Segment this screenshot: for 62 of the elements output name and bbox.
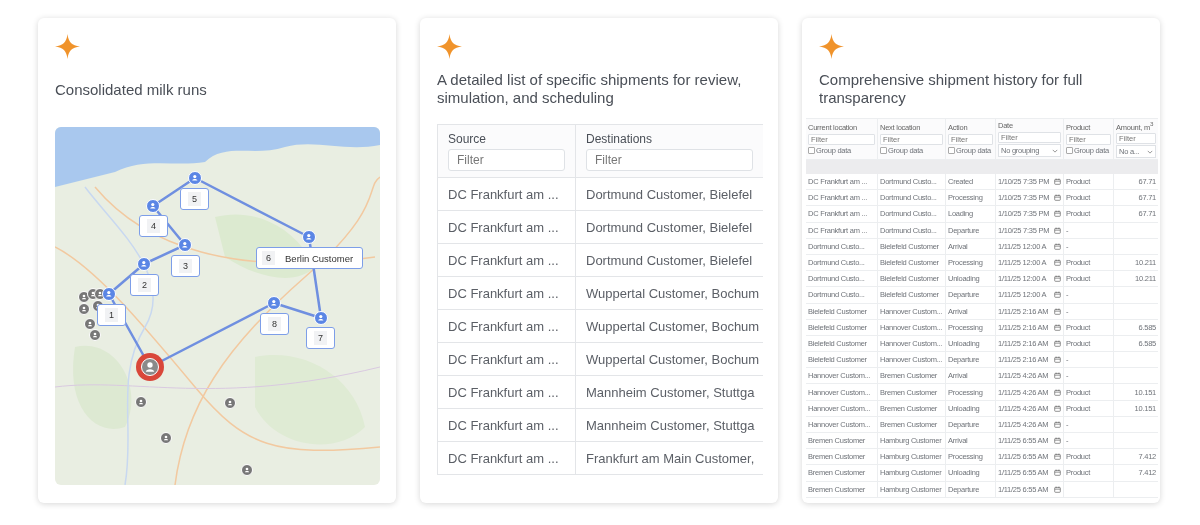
sparkle-icon [55,34,80,59]
calendar-icon[interactable] [1054,453,1061,461]
calendar-icon[interactable] [1054,437,1061,445]
calendar-icon[interactable] [1054,323,1061,331]
sparkle-icon [819,34,844,59]
stop-label[interactable]: 2 [130,274,159,296]
calendar-icon[interactable] [1054,388,1061,396]
calendar-icon[interactable] [1054,194,1061,202]
table-cell: DC Frankfurt am ... [438,310,576,342]
calendar-icon[interactable] [1054,259,1061,267]
card-title: A detailed list of specific shipments for review, simulation, and scheduling [437,71,743,107]
table-cell: DC Frankfurt am ... [438,277,576,309]
calendar-icon[interactable] [1054,404,1061,412]
table-cell-text: Dortmund Customer, Bielefel [585,251,754,270]
stop-label[interactable]: 7 [306,327,335,349]
table-cell-text: Wuppertal Customer, Bochum [585,284,761,303]
table-cell-text: Frankfurt am Main Customer, [585,449,756,468]
calendar-icon[interactable] [1054,469,1061,477]
table-cell: DC Frankfurt am ... [438,376,576,408]
calendar-icon[interactable] [1054,178,1061,186]
card-title: Consolidated milk runs [55,81,208,100]
calendar-icon[interactable] [1054,291,1061,299]
table-cell-text: Wuppertal Customer, Bochum [585,350,761,369]
column-header[interactable]: Source [448,131,565,146]
calendar-icon[interactable] [1054,242,1061,250]
calendar-icon[interactable] [1054,226,1061,234]
sparkle-icon [437,34,462,59]
card-title: Comprehensive shipment history for full transparency [819,71,1084,107]
table-cell-text: Mannheim Customer, Stuttga [585,383,756,402]
calendar-icon[interactable] [1054,307,1061,315]
stop-label[interactable]: 5 [180,188,209,210]
table-cell: DC Frankfurt am ... [438,409,576,441]
calendar-icon[interactable] [1054,372,1061,380]
filter-field[interactable]: Filter [586,148,753,171]
checkbox[interactable] [808,147,815,154]
calendar-icon[interactable] [1054,210,1061,218]
stop-label[interactable]: 3 [171,255,200,277]
table-cell-text: Wuppertal Customer, Bochum [585,317,761,336]
stop-label[interactable]: 1 [97,304,126,326]
stop-label[interactable]: 8 [260,313,289,335]
filter-field[interactable]: Filter [448,148,565,171]
checkbox[interactable] [948,147,955,154]
table-cell: DC Frankfurt am ... [438,442,576,474]
calendar-icon[interactable] [1054,275,1061,283]
calendar-icon[interactable] [1054,356,1061,364]
calendar-icon[interactable] [1054,339,1061,347]
table-cell-text: Dortmund Customer, Bielefel [585,218,754,237]
stop-label[interactable]: 4 [139,215,168,237]
caret-icon[interactable] [1147,149,1153,154]
table-cell-text: Dortmund Customer, Bielefel [585,185,754,204]
caret-icon[interactable] [1052,148,1058,153]
stop-label[interactable]: 6 Berlin Customer [256,247,363,269]
table-cell: DC Frankfurt am ... [438,343,576,375]
table-cell: DC Frankfurt am ... [438,178,576,210]
table-cell-text: Mannheim Customer, Stuttga [585,416,756,435]
calendar-icon[interactable] [1054,420,1061,428]
column-header[interactable]: Destinations [586,131,753,146]
checkbox[interactable] [880,147,887,154]
calendar-icon[interactable] [1054,485,1061,493]
checkbox[interactable] [1066,147,1073,154]
table-cell: DC Frankfurt am ... [438,211,576,243]
table-cell: DC Frankfurt am ... [438,244,576,276]
